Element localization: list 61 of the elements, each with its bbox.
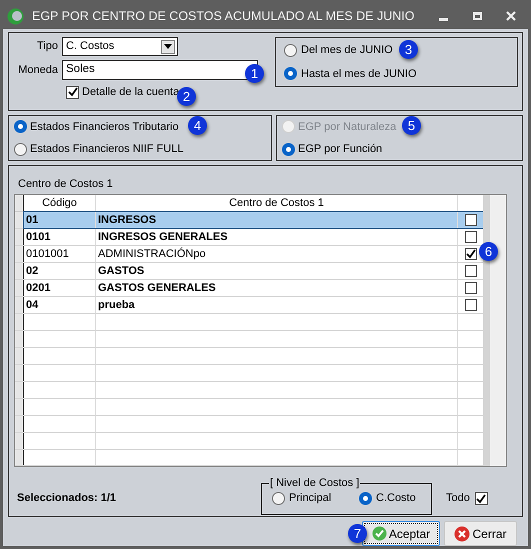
row-header[interactable] xyxy=(15,263,24,280)
tipo-label: Tipo xyxy=(36,39,59,54)
close-icon xyxy=(506,11,516,21)
code-cell: 0101 xyxy=(24,229,96,246)
grid-title: Centro de Costos 1 xyxy=(17,176,114,192)
checkbox[interactable] xyxy=(464,231,476,244)
name-cell: ADMINISTRACIÓNpo xyxy=(96,246,458,262)
checkbox[interactable] xyxy=(474,492,488,506)
app-logo-icon xyxy=(7,8,24,24)
close-icon xyxy=(454,526,470,542)
grid-row[interactable]: 04 prueba xyxy=(24,297,483,314)
radio-button[interactable] xyxy=(272,492,285,506)
window-title: EGP POR CENTRO DE COSTOS ACUMULADO AL MES DE JUNIO xyxy=(32,8,416,25)
row-header[interactable] xyxy=(15,297,24,314)
statement-option-label: Estados Financieros NIIF FULL xyxy=(30,142,184,158)
grid-row[interactable]: 0201 GASTOS GENERALES xyxy=(24,280,483,296)
name-cell: GASTOS xyxy=(96,263,458,280)
name-cell: INGRESOS xyxy=(96,212,458,228)
code-cell: 0101001 xyxy=(24,246,96,262)
checkbox[interactable] xyxy=(464,265,476,278)
radio-button[interactable] xyxy=(359,492,372,506)
checkbox[interactable] xyxy=(464,282,476,294)
statement-option-label: Estados Financieros Tributario xyxy=(30,120,179,135)
radio-button[interactable] xyxy=(282,142,295,156)
row-header[interactable] xyxy=(15,246,24,262)
scrollbar-track[interactable] xyxy=(490,195,506,466)
name-cell: INGRESOS GENERALES xyxy=(96,229,458,246)
cost-level-option-label: Principal xyxy=(289,491,332,506)
grid-row[interactable]: 02 GASTOS xyxy=(24,263,483,280)
egp-option-label: EGP por Naturaleza xyxy=(298,120,396,135)
radio-button[interactable] xyxy=(284,44,297,57)
close-button[interactable]: Cerrar xyxy=(444,521,517,546)
check-icon xyxy=(372,526,387,541)
grid-row[interactable]: 01 INGRESOS xyxy=(24,212,483,228)
todo-label: Todo xyxy=(446,491,470,506)
selected-count: Seleccionados: 1/1 xyxy=(16,491,118,506)
tipo-dropdown[interactable]: C. Costos xyxy=(62,37,178,56)
row-header[interactable] xyxy=(15,280,24,296)
row-header[interactable] xyxy=(15,229,24,246)
name-cell: GASTOS GENERALES xyxy=(96,280,458,296)
period-option-label: Hasta el mes de JUNIO xyxy=(301,66,417,82)
period-option-label: Del mes de JUNIO xyxy=(301,43,393,58)
checkbox[interactable] xyxy=(464,299,476,312)
radio-button[interactable] xyxy=(284,67,297,80)
checkbox[interactable] xyxy=(66,86,79,99)
code-cell: 0201 xyxy=(24,280,96,296)
egp-option-label: EGP por Función xyxy=(298,142,382,158)
name-cell: prueba xyxy=(96,297,458,314)
detalle-label: Detalle de la cuenta xyxy=(82,85,180,100)
cost-level-option-label: C.Costo xyxy=(376,491,416,506)
code-cell: 01 xyxy=(24,212,96,228)
code-cell: 04 xyxy=(24,297,96,314)
code-cell: 02 xyxy=(24,263,96,280)
radio-button[interactable] xyxy=(14,142,27,156)
radio-button[interactable] xyxy=(14,120,27,134)
row-header xyxy=(15,195,24,212)
checkbox[interactable] xyxy=(464,214,476,226)
accept-button[interactable]: Aceptar xyxy=(362,521,440,546)
moneda-label: Moneda xyxy=(17,62,59,78)
cost-level-title: [ Nivel de Costos ] xyxy=(269,477,360,490)
checkbox[interactable] xyxy=(464,248,476,260)
